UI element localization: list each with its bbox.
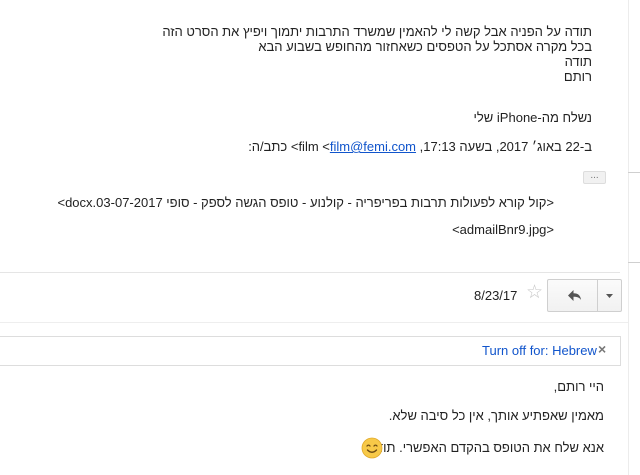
- quoted-line: רותם: [563, 69, 592, 84]
- star-icon[interactable]: ☆: [526, 283, 543, 303]
- quoted-line: בכל מקרה אסתכל על הטפסים כשאחזור מהחופש …: [258, 39, 592, 54]
- turn-off-translation-link[interactable]: Turn off for: Hebrew: [482, 343, 597, 358]
- scrollbar-mark: [628, 172, 640, 173]
- sender-email-link[interactable]: film@femi.com: [330, 139, 416, 154]
- more-actions-button[interactable]: [598, 280, 621, 311]
- close-translate-bar-icon[interactable]: ×: [598, 341, 606, 357]
- reply-arrow-icon: [568, 290, 581, 301]
- attribution-suffix: > כתב/ה:: [248, 139, 299, 154]
- show-trimmed-content-button[interactable]: ...: [583, 171, 606, 184]
- body-line: מאמין שאפתיע אותך, אין כל סיבה שלא.: [388, 408, 604, 423]
- quoted-message: תודה על הפניה אבל קשה לי להאמין שמשרד הת…: [0, 0, 628, 276]
- attachment-reference: <admailBnr9.jpg>: [452, 222, 554, 237]
- reply-button[interactable]: [548, 280, 598, 311]
- body-greeting: היי רותם,: [553, 379, 604, 394]
- dropdown-arrow-icon: [606, 294, 613, 298]
- attachment-reference: <קול קורא לפעולות תרבות בפריפריה - קולנו…: [57, 195, 554, 210]
- smiling-face-emoji-icon: [361, 437, 383, 459]
- attribution-line: ב-22 באוג׳ 2017, בשעה 17:13, film <film@…: [248, 139, 592, 154]
- quoted-line: תודה על הפניה אבל קשה לי להאמין שמשרד הת…: [162, 24, 592, 39]
- message-divider: [0, 272, 620, 273]
- body-line: אנא שלח את הטופס בהקדם האפשרי. תודה: [368, 440, 604, 455]
- quoted-line: תודה: [564, 54, 592, 69]
- header-divider: [0, 322, 628, 323]
- mobile-signature: נשלח מה-iPhone שלי: [473, 110, 592, 125]
- scrollbar-mark: [628, 262, 640, 263]
- reply-button-group: [547, 279, 622, 312]
- message-date: 8/23/17: [474, 288, 518, 303]
- scrollbar[interactable]: [628, 0, 640, 475]
